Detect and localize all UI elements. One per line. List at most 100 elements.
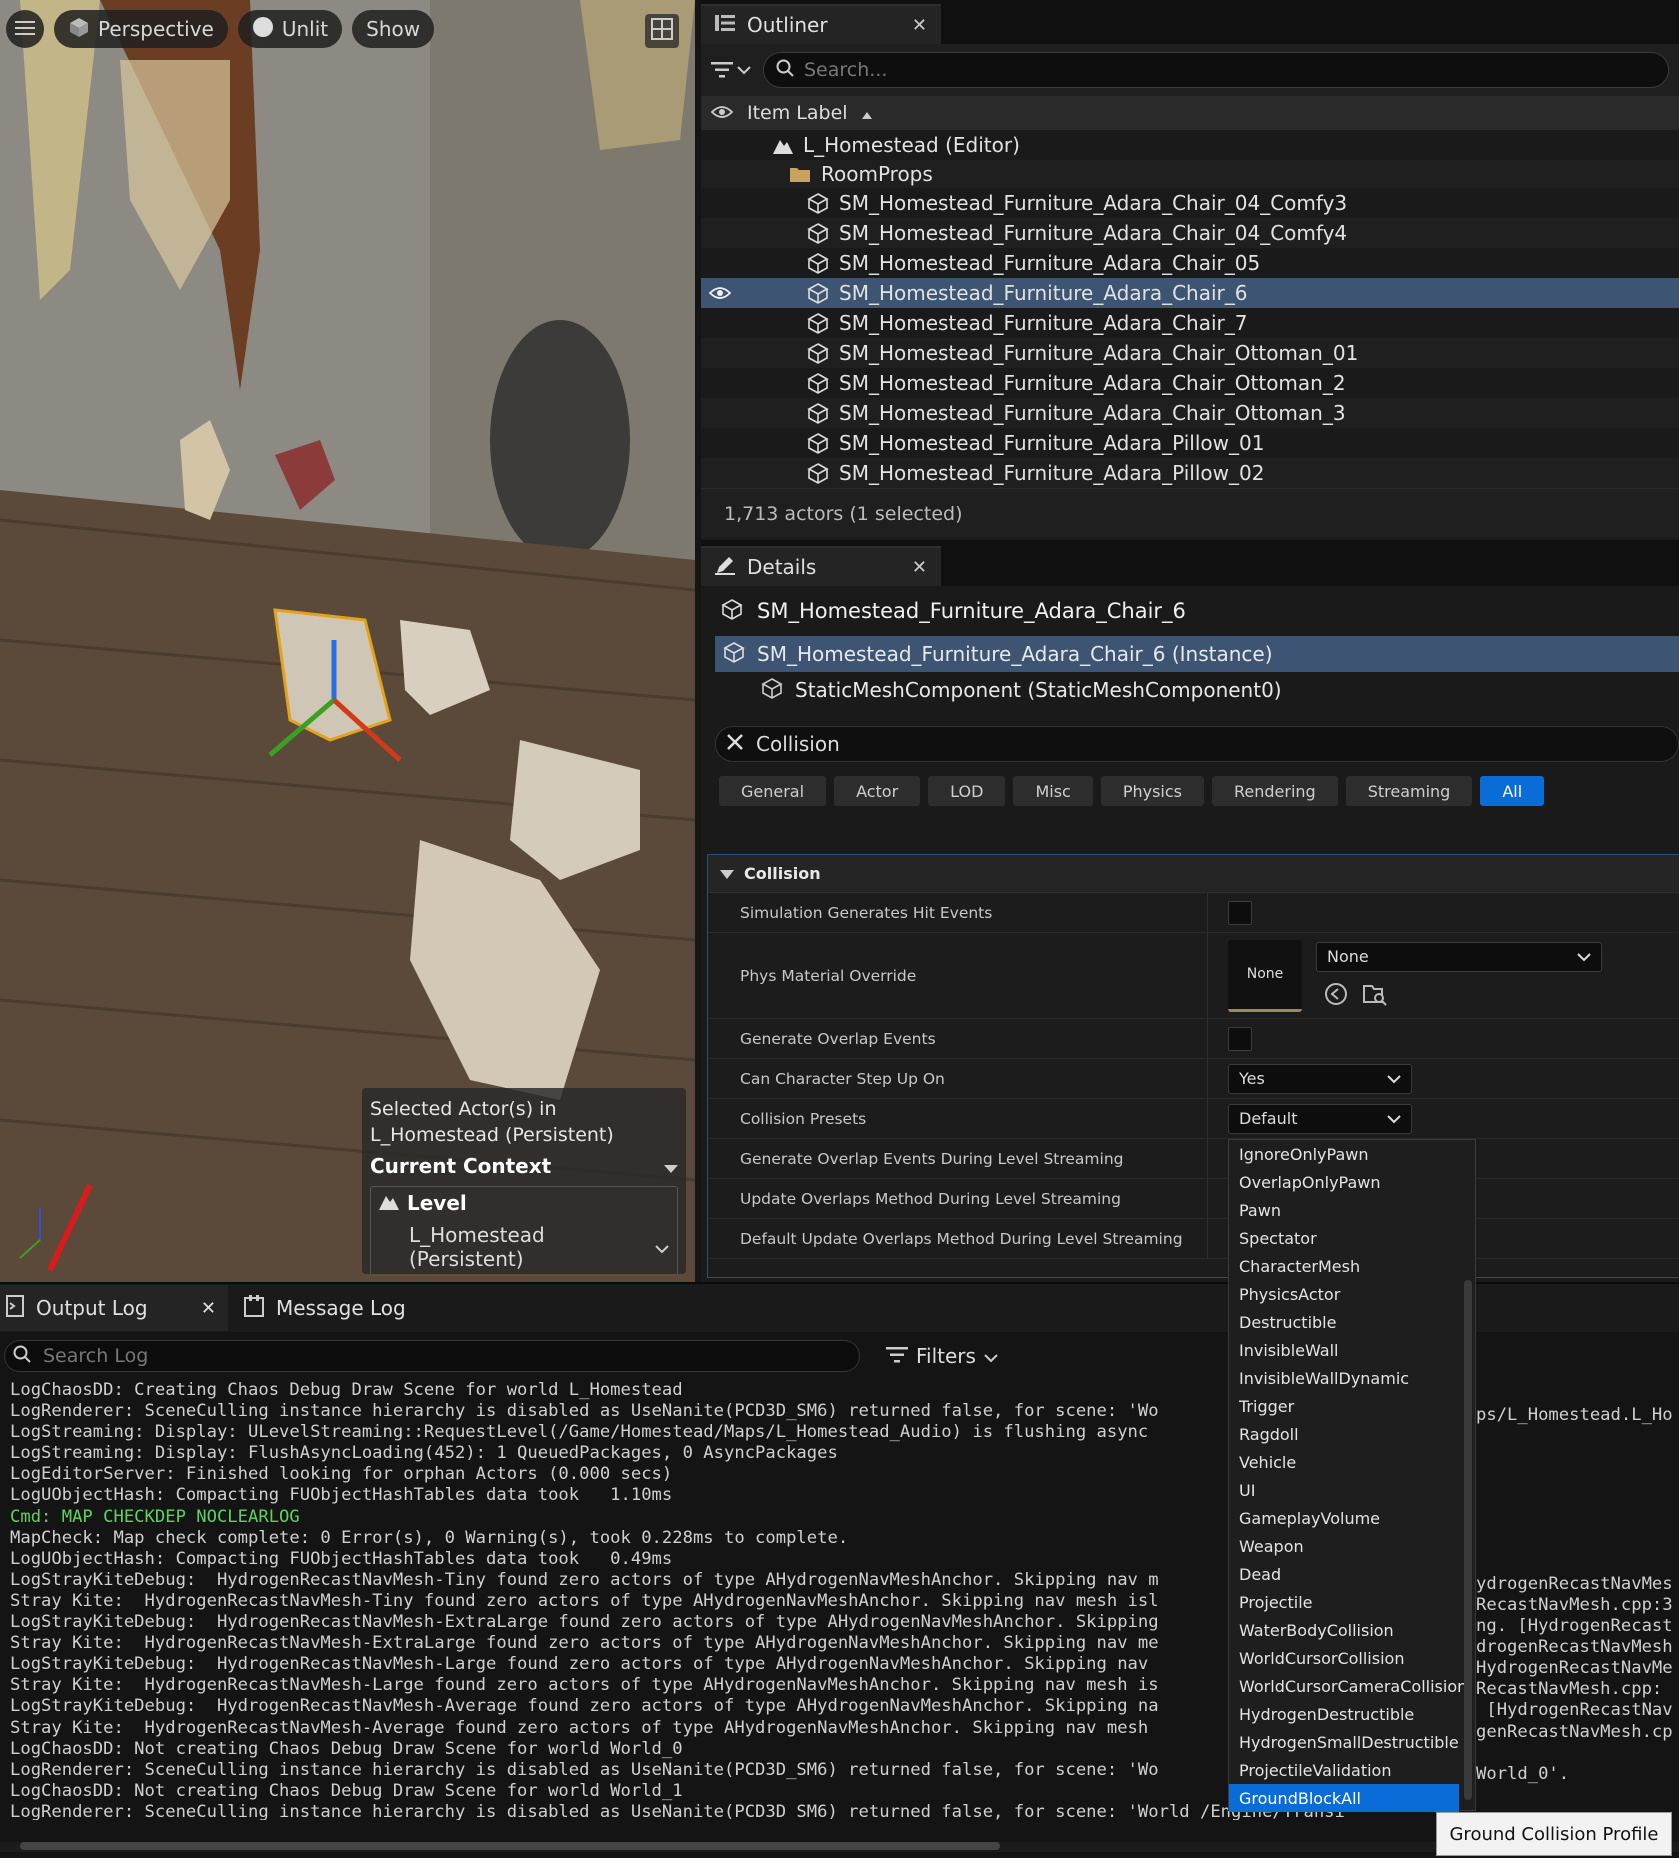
eye-icon[interactable] bbox=[708, 281, 733, 305]
outliner-column-header[interactable]: Item Label bbox=[701, 96, 1679, 130]
preset-option[interactable]: WorldCursorCollision bbox=[1229, 1644, 1475, 1672]
gen-overlap-checkbox[interactable] bbox=[1228, 1026, 1252, 1051]
output-log-icon bbox=[6, 1294, 24, 1322]
viewport-menu-button[interactable] bbox=[6, 10, 44, 48]
collision-presets-combo[interactable]: Default bbox=[1228, 1103, 1412, 1134]
close-icon[interactable]: ✕ bbox=[201, 1298, 216, 1319]
collision-section-header[interactable]: Collision bbox=[708, 855, 1679, 893]
log-line-tail bbox=[1476, 1532, 1679, 1553]
log-filters-button[interactable]: Filters bbox=[886, 1344, 998, 1368]
preset-option[interactable]: Weapon bbox=[1229, 1532, 1475, 1560]
preset-option[interactable]: HydrogenSmallDestructible bbox=[1229, 1728, 1475, 1756]
static-mesh-icon bbox=[807, 432, 829, 454]
actor-name[interactable]: SM_Homestead_Furniture_Adara_Chair_6 bbox=[757, 599, 1186, 623]
phys-material-value: None bbox=[1327, 947, 1369, 966]
component-row[interactable]: StaticMeshComponent (StaticMeshComponent… bbox=[701, 672, 1679, 708]
preset-option[interactable]: GameplayVolume bbox=[1229, 1504, 1475, 1532]
close-icon[interactable]: ✕ bbox=[912, 15, 927, 36]
preset-option[interactable]: WaterBodyCollision bbox=[1229, 1616, 1475, 1644]
preset-option[interactable]: InvisibleWall bbox=[1229, 1336, 1475, 1364]
static-mesh-icon bbox=[807, 372, 829, 394]
outliner-row-label: SM_Homestead_Furniture_Adara_Chair_7 bbox=[839, 311, 1248, 335]
preset-option[interactable]: PhysicsActor bbox=[1229, 1280, 1475, 1308]
category-tab-streaming[interactable]: Streaming bbox=[1345, 776, 1473, 806]
static-mesh-icon bbox=[807, 252, 829, 274]
outliner-row[interactable]: SM_Homestead_Furniture_Adara_Chair_04_Co… bbox=[701, 188, 1679, 218]
outliner-row[interactable]: SM_Homestead_Furniture_Adara_Chair_Ottom… bbox=[701, 368, 1679, 398]
outliner-row[interactable]: SM_Homestead_Furniture_Adara_Pillow_01 bbox=[701, 428, 1679, 458]
preset-option[interactable]: OverlapOnlyPawn bbox=[1229, 1168, 1475, 1196]
log-line-tail: ng. [HydrogenRecast bbox=[1476, 1616, 1673, 1637]
outliner-row[interactable]: SM_Homestead_Furniture_Adara_Pillow_02 bbox=[701, 458, 1679, 488]
phys-material-thumbnail[interactable]: None bbox=[1228, 939, 1302, 1012]
log-horizontal-scrollbar[interactable] bbox=[0, 1842, 1679, 1852]
tab-details[interactable]: Details ✕ bbox=[701, 546, 941, 586]
preset-option[interactable]: Vehicle bbox=[1229, 1448, 1475, 1476]
preset-option[interactable]: GroundBlockAll bbox=[1229, 1784, 1459, 1812]
outliner-search-input[interactable]: Search... bbox=[763, 52, 1669, 88]
level-selector[interactable]: L_Homestead (Persistent) bbox=[379, 1223, 669, 1271]
preset-option[interactable]: HydrogenDestructible bbox=[1229, 1700, 1475, 1728]
component-instance-row[interactable]: SM_Homestead_Furniture_Adara_Chair_6 (In… bbox=[715, 636, 1679, 672]
outliner-row[interactable]: SM_Homestead_Furniture_Adara_Chair_05 bbox=[701, 248, 1679, 278]
category-tab-actor[interactable]: Actor bbox=[834, 776, 921, 806]
preset-option[interactable]: Projectile bbox=[1229, 1588, 1475, 1616]
log-line-tail bbox=[1476, 1489, 1679, 1510]
preset-option[interactable]: IgnoreOnlyPawn bbox=[1229, 1140, 1475, 1168]
step-up-combo[interactable]: Yes bbox=[1228, 1063, 1412, 1094]
outliner-row[interactable]: SM_Homestead_Furniture_Adara_Chair_04_Co… bbox=[701, 218, 1679, 248]
log-line-tail: World_0'. bbox=[1476, 1763, 1570, 1784]
current-context-header[interactable]: Current Context bbox=[370, 1154, 678, 1178]
close-icon[interactable]: ✕ bbox=[912, 557, 927, 578]
preset-option[interactable]: WorldCursorCameraCollision bbox=[1229, 1672, 1475, 1700]
log-line-tail bbox=[1476, 1447, 1679, 1468]
preset-option[interactable]: Spectator bbox=[1229, 1224, 1475, 1252]
details-filter-input[interactable]: Collision bbox=[715, 726, 1679, 762]
tab-output-log[interactable]: Output Log ✕ bbox=[0, 1285, 228, 1331]
view-mode-button[interactable]: Unlit bbox=[237, 10, 343, 48]
use-selected-asset-icon[interactable] bbox=[1324, 982, 1348, 1010]
browse-asset-icon[interactable] bbox=[1362, 982, 1388, 1010]
perspective-button[interactable]: Perspective bbox=[54, 10, 228, 48]
prop-step-up: Can Character Step Up On Yes bbox=[708, 1059, 1679, 1099]
preset-option[interactable]: Dead bbox=[1229, 1560, 1475, 1588]
preset-option[interactable]: Pawn bbox=[1229, 1196, 1475, 1224]
filter-icon[interactable] bbox=[711, 62, 751, 78]
category-tab-all[interactable]: All bbox=[1480, 776, 1545, 806]
show-button[interactable]: Show bbox=[352, 10, 435, 48]
preset-option[interactable]: Ragdoll bbox=[1229, 1420, 1475, 1448]
outliner-row-label: RoomProps bbox=[821, 162, 933, 186]
outliner-row[interactable]: SM_Homestead_Furniture_Adara_Chair_Ottom… bbox=[701, 338, 1679, 368]
chevron-down-icon bbox=[984, 1344, 998, 1368]
log-search-input[interactable]: Search Log bbox=[4, 1340, 860, 1372]
category-tab-misc[interactable]: Misc bbox=[1013, 776, 1093, 806]
preset-option[interactable]: CharacterMesh bbox=[1229, 1252, 1475, 1280]
category-tab-physics[interactable]: Physics bbox=[1100, 776, 1204, 806]
tab-message-log[interactable]: Message Log bbox=[238, 1285, 412, 1331]
outliner-row[interactable]: RoomProps bbox=[701, 160, 1679, 188]
phys-material-combo[interactable]: None bbox=[1316, 941, 1602, 972]
tab-outliner[interactable]: Outliner ✕ bbox=[701, 4, 941, 44]
preset-option[interactable]: Destructible bbox=[1229, 1308, 1475, 1336]
message-log-label: Message Log bbox=[276, 1296, 406, 1320]
sim-hit-checkbox[interactable] bbox=[1228, 900, 1252, 925]
outliner-row[interactable]: SM_Homestead_Furniture_Adara_Chair_7 bbox=[701, 308, 1679, 338]
outliner-row[interactable]: SM_Homestead_Furniture_Adara_Chair_Ottom… bbox=[701, 398, 1679, 428]
category-tab-general[interactable]: General bbox=[719, 776, 827, 806]
preset-option[interactable]: UI bbox=[1229, 1476, 1475, 1504]
static-mesh-icon bbox=[761, 677, 783, 704]
outliner-row[interactable]: SM_Homestead_Furniture_Adara_Chair_6 bbox=[701, 278, 1679, 308]
preset-option[interactable]: InvisibleWallDynamic bbox=[1229, 1364, 1475, 1392]
category-tab-rendering[interactable]: Rendering bbox=[1212, 776, 1338, 806]
preset-option[interactable]: ProjectileValidation bbox=[1229, 1756, 1475, 1784]
preset-option[interactable]: Trigger bbox=[1229, 1392, 1475, 1420]
log-line-tail bbox=[1476, 1384, 1679, 1405]
log-line-tail: RecastNavMesh.cpp: bbox=[1476, 1679, 1663, 1700]
viewport-layout-button[interactable] bbox=[645, 14, 679, 48]
category-tab-lod[interactable]: LOD bbox=[928, 776, 1006, 806]
level-viewport[interactable]: Perspective Unlit Show Selected Actor(s)… bbox=[0, 0, 695, 1282]
clear-filter-icon[interactable] bbox=[726, 732, 744, 756]
log-line-tail: drogenRecastNavMesh bbox=[1476, 1637, 1673, 1658]
outliner-row[interactable]: L_Homestead (Editor) bbox=[701, 130, 1679, 160]
dropdown-scrollbar[interactable] bbox=[1464, 1280, 1472, 1800]
